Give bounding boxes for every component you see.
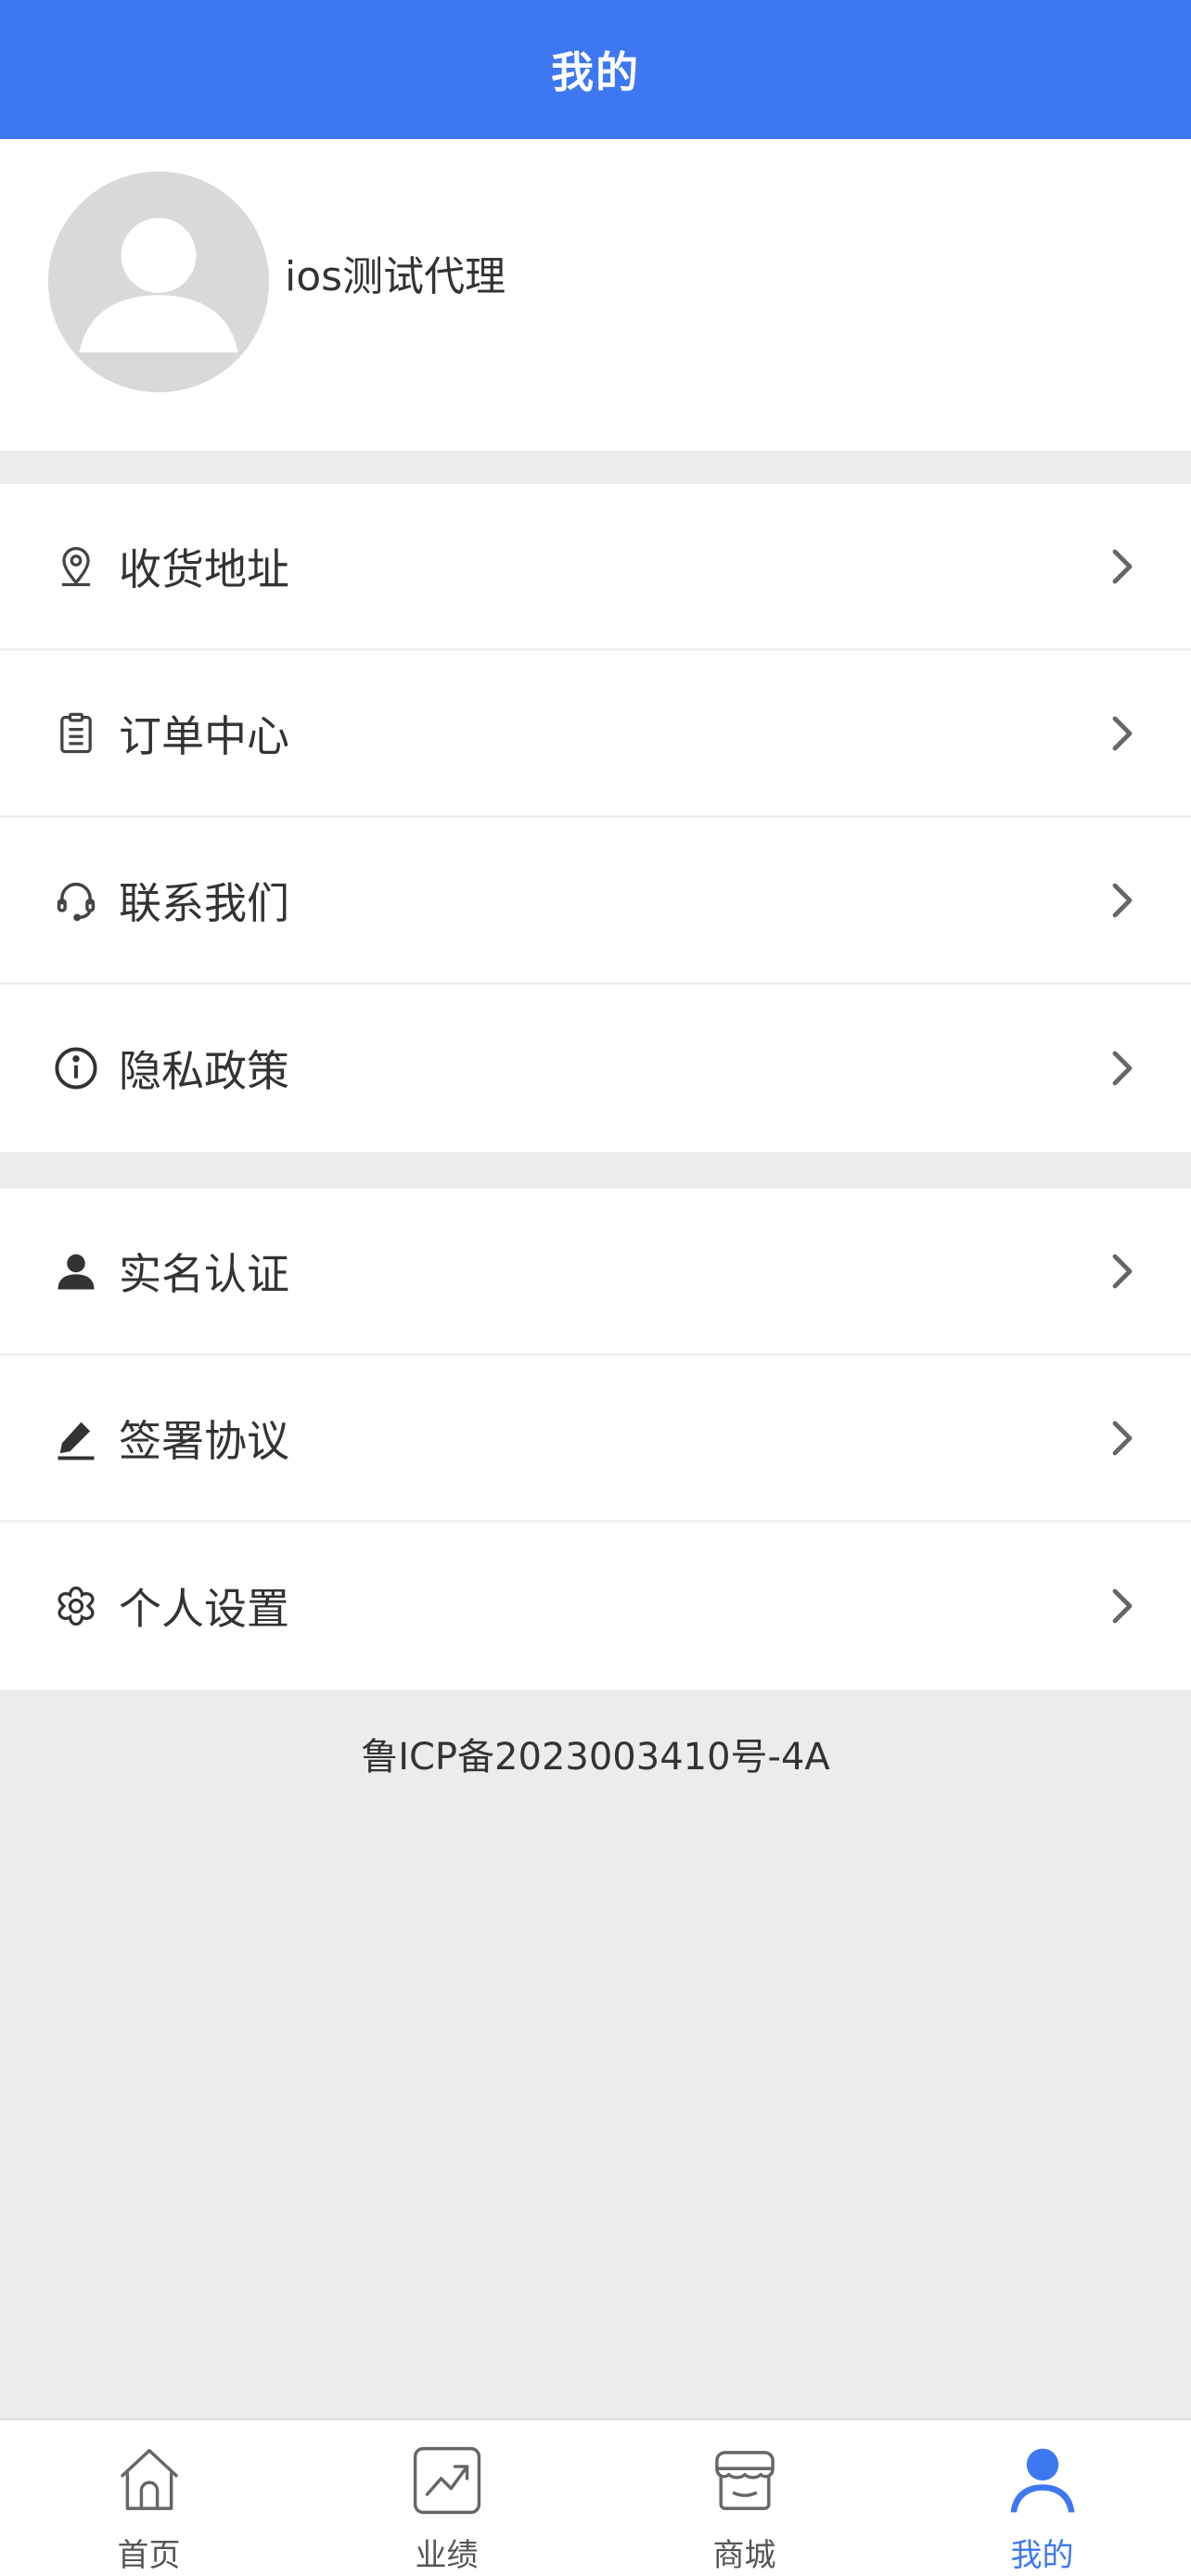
headset-icon (52, 876, 100, 925)
tab-performance[interactable]: 业绩 (298, 2420, 596, 2576)
clipboard-icon (52, 709, 100, 758)
menu-item-sign-agreement[interactable]: 签署协议 (0, 1356, 1191, 1523)
chevron-right-icon (1106, 1251, 1139, 1292)
menu-label: 实名认证 (119, 1248, 289, 1299)
home-icon (109, 2441, 189, 2520)
menu-item-privacy-policy[interactable]: 隐私政策 (0, 985, 1191, 1152)
chevron-right-icon (1106, 546, 1139, 587)
location-pin-icon (52, 542, 100, 591)
chevron-right-icon (1106, 1586, 1139, 1626)
pen-icon (52, 1414, 100, 1462)
tab-label: 首页 (117, 2537, 181, 2574)
chevron-right-icon (1106, 880, 1139, 921)
trend-chart-icon (407, 2441, 487, 2520)
chevron-right-icon (1106, 713, 1139, 754)
person-icon (52, 1247, 100, 1295)
chevron-right-icon (1106, 1418, 1139, 1459)
menu-item-contact-us[interactable]: 联系我们 (0, 818, 1191, 985)
username: ios测试代理 (285, 253, 506, 300)
store-icon (705, 2441, 785, 2520)
menu-label: 订单中心 (119, 710, 289, 761)
settings-flower-icon (52, 1582, 100, 1630)
menu-label: 签署协议 (119, 1415, 289, 1466)
page: 我的 ios测试代理 收货地址 订单中心 联系我们 隐私政策 实名认证 签署协议… (0, 0, 1191, 2576)
menu-label: 个人设置 (119, 1584, 289, 1634)
tab-mine[interactable]: 我的 (893, 2420, 1191, 2576)
icp-record-text: 鲁ICP备2023003410号-4A (361, 1736, 830, 1779)
tab-label: 业绩 (415, 2537, 479, 2574)
header-bar: 我的 (0, 0, 1191, 139)
menu-label: 收货地址 (119, 543, 289, 594)
menu-group-account: 实名认证 签署协议 个人设置 (0, 1189, 1191, 1690)
profile-card[interactable]: ios测试代理 (0, 139, 1191, 451)
menu-group-primary: 收货地址 订单中心 联系我们 隐私政策 (0, 484, 1191, 1152)
info-circle-icon (52, 1044, 100, 1092)
tab-label: 商城 (712, 2537, 776, 2574)
menu-label: 隐私政策 (119, 1046, 289, 1096)
menu-item-order-center[interactable]: 订单中心 (0, 651, 1191, 818)
tab-label: 我的 (1010, 2537, 1074, 2574)
avatar[interactable] (48, 172, 269, 392)
menu-item-personal-settings[interactable]: 个人设置 (0, 1523, 1191, 1690)
default-avatar-icon (48, 172, 269, 392)
menu-label: 联系我们 (119, 877, 289, 928)
tab-home[interactable]: 首页 (0, 2420, 298, 2576)
user-icon (1003, 2441, 1082, 2520)
tab-store[interactable]: 商城 (596, 2420, 893, 2576)
menu-item-shipping-address[interactable]: 收货地址 (0, 484, 1191, 651)
bottom-tab-bar: 首页 业绩 商城 我的 (0, 2418, 1191, 2576)
chevron-right-icon (1106, 1048, 1139, 1089)
menu-item-real-name-auth[interactable]: 实名认证 (0, 1189, 1191, 1356)
page-title: 我的 (551, 47, 640, 97)
